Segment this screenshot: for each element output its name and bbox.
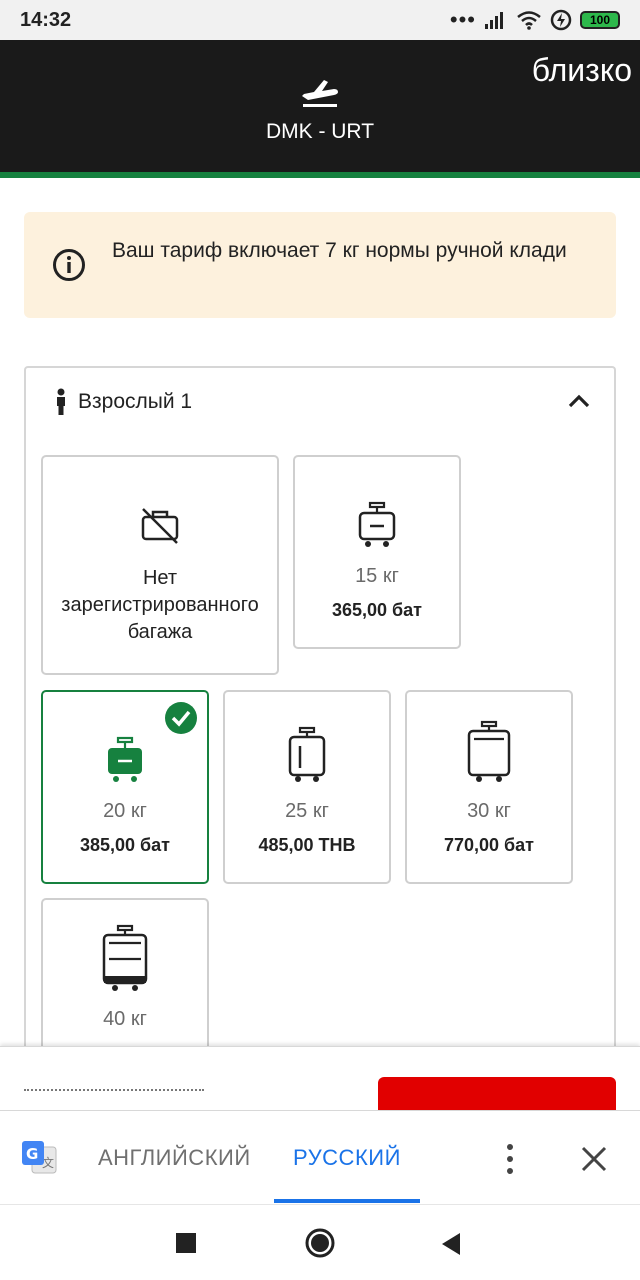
close-link[interactable]: близко xyxy=(532,52,632,89)
no-baggage-icon xyxy=(141,508,179,544)
battery-icon: 100 xyxy=(580,11,620,29)
bottom-summary-text xyxy=(24,1089,204,1093)
person-icon xyxy=(57,388,65,415)
baggage-price: 385,00 бат xyxy=(80,835,170,855)
header: близко DMK - URT xyxy=(0,40,640,172)
chevron-up-icon[interactable] xyxy=(568,394,590,408)
baggage-weight: 25 кг xyxy=(285,800,329,822)
continue-button[interactable] xyxy=(378,1077,616,1111)
status-time: 14:32 xyxy=(20,8,72,31)
baggage-weight: 20 кг xyxy=(103,800,147,822)
more-options-icon[interactable] xyxy=(500,1141,520,1177)
suitcase-small-icon xyxy=(108,736,142,782)
tab-language-target[interactable]: РУССКИЙ xyxy=(293,1145,401,1171)
wifi-icon xyxy=(517,11,541,30)
suitcase-small-icon xyxy=(358,501,396,547)
svg-text:G: G xyxy=(26,1145,38,1163)
baggage-price: 770,00 бат xyxy=(444,835,534,855)
no-baggage-label: Нет зарегистрированного багажа xyxy=(61,567,259,643)
baggage-option-25kg[interactable]: 25 кг 485,00 THB xyxy=(223,690,391,884)
bottom-action-bar xyxy=(0,1046,640,1111)
suitcase-large-icon xyxy=(467,720,511,782)
more-dots-icon: ••• xyxy=(449,7,476,32)
back-icon[interactable] xyxy=(440,1231,462,1257)
baggage-weight: 30 кг xyxy=(467,800,511,822)
baggage-weight: 40 кг xyxy=(103,1008,147,1030)
system-nav-bar xyxy=(0,1204,640,1280)
translate-bar: 文 G АНГЛИЙСКИЙ РУССКИЙ xyxy=(0,1110,640,1204)
checkmark-icon xyxy=(165,702,197,734)
passenger-label: Взрослый 1 xyxy=(78,390,193,413)
baggage-weight: 15 кг xyxy=(355,565,399,587)
header-accent-bar xyxy=(0,172,640,178)
google-translate-icon: 文 G xyxy=(22,1141,57,1174)
info-icon xyxy=(53,249,85,281)
baggage-option-30kg[interactable]: 30 кг 770,00 бат xyxy=(405,690,573,884)
route-title: DMK - URT xyxy=(265,120,375,143)
signal-icon xyxy=(485,12,503,29)
charging-icon xyxy=(550,9,572,31)
status-bar: 14:32 ••• 100 xyxy=(0,0,640,40)
active-tab-indicator xyxy=(274,1199,420,1203)
hand-luggage-info-box: Ваш тариф включает 7 кг нормы ручной кла… xyxy=(24,212,616,318)
home-icon[interactable] xyxy=(304,1227,336,1259)
baggage-option-none[interactable]: Нет зарегистрированного багажа xyxy=(41,455,279,675)
baggage-option-40kg[interactable]: 40 кг xyxy=(41,898,209,1058)
baggage-option-20kg[interactable]: 20 кг 385,00 бат xyxy=(41,690,209,884)
close-icon[interactable] xyxy=(580,1145,608,1173)
baggage-option-15kg[interactable]: 15 кг 365,00 бат xyxy=(293,455,461,649)
recent-apps-icon[interactable] xyxy=(176,1233,196,1253)
tab-language-source[interactable]: АНГЛИЙСКИЙ xyxy=(98,1145,251,1171)
baggage-price: 485,00 THB xyxy=(258,835,356,855)
status-icons: ••• 100 xyxy=(450,9,620,31)
suitcase-xlarge-icon xyxy=(102,924,148,991)
plane-departure-icon xyxy=(302,80,338,107)
baggage-price: 365,00 бат xyxy=(332,600,422,620)
suitcase-medium-icon xyxy=(288,726,326,782)
info-text: Ваш тариф включает 7 кг нормы ручной кла… xyxy=(112,239,567,262)
